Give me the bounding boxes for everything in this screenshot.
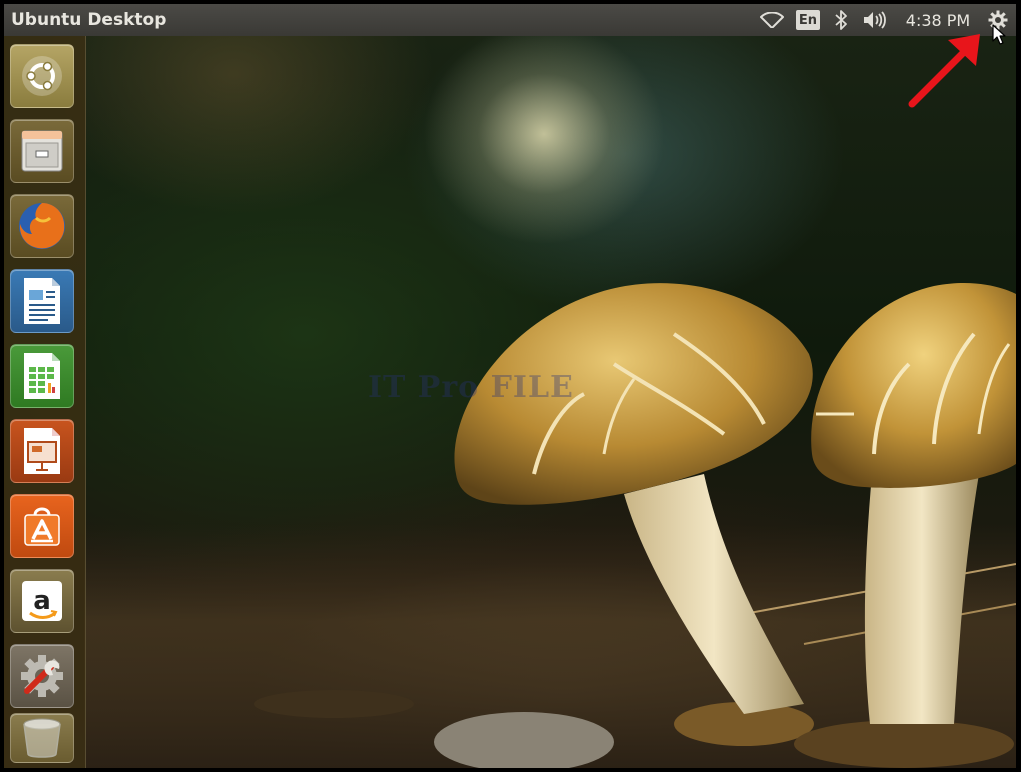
- ubuntu-logo-icon: [22, 56, 62, 96]
- unity-launcher: a: [4, 36, 86, 768]
- file-cabinet-icon: [21, 130, 63, 172]
- window-title: Ubuntu Desktop: [11, 10, 167, 30]
- svg-text:a: a: [33, 586, 51, 616]
- launcher-dash-home[interactable]: [10, 44, 74, 108]
- writer-document-icon: [24, 278, 60, 324]
- launcher-libreoffice-impress[interactable]: [10, 419, 74, 483]
- keyboard-layout-indicator[interactable]: En: [790, 4, 826, 36]
- launcher-trash[interactable]: [10, 713, 74, 763]
- launcher-ubuntu-software-center[interactable]: [10, 494, 74, 558]
- watermark-text: IT Pro FILE: [368, 370, 574, 405]
- keyboard-layout-label: En: [796, 10, 820, 30]
- launcher-libreoffice-writer[interactable]: [10, 269, 74, 333]
- launcher-system-settings[interactable]: [10, 644, 74, 708]
- bluetooth-icon[interactable]: [826, 4, 856, 36]
- trash-icon: [23, 718, 61, 758]
- settings-gear-wrench-icon: [21, 655, 63, 697]
- launcher-firefox[interactable]: [10, 194, 74, 258]
- software-center-bag-icon: [24, 507, 60, 546]
- top-panel: Ubuntu Desktop En 4:38 PM: [4, 4, 1016, 36]
- impress-presentation-icon: [24, 428, 60, 474]
- wifi-icon[interactable]: [754, 4, 790, 36]
- red-arrow-annotation: [908, 34, 980, 108]
- desktop-screen: IT Pro FILE Ubuntu Desktop En 4:38 PM a: [4, 4, 1016, 768]
- launcher-libreoffice-calc[interactable]: [10, 344, 74, 408]
- volume-icon[interactable]: [856, 4, 896, 36]
- mouse-cursor-icon: [992, 24, 1006, 45]
- launcher-files[interactable]: [10, 119, 74, 183]
- firefox-icon: [19, 203, 65, 249]
- launcher-amazon[interactable]: a: [10, 569, 74, 633]
- amazon-icon: a: [22, 581, 62, 621]
- calc-spreadsheet-icon: [24, 353, 60, 399]
